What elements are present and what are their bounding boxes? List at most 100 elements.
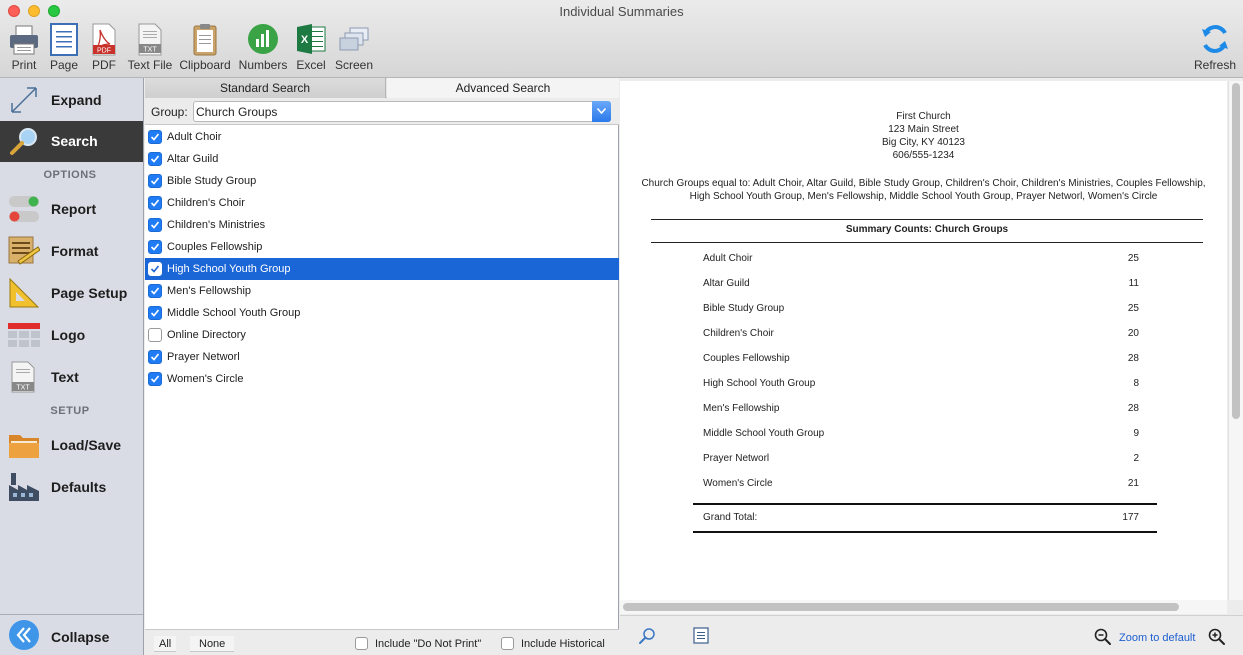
group-checkbox[interactable] — [148, 130, 162, 144]
summary-row-name: Prayer Networl — [703, 453, 770, 464]
list-item[interactable]: High School Youth Group — [145, 258, 619, 280]
summary-row-count: 28 — [1127, 353, 1139, 364]
clipboard-icon — [189, 22, 221, 56]
group-checkbox[interactable] — [148, 262, 162, 276]
print-button[interactable]: Print — [4, 22, 44, 76]
group-checkbox[interactable] — [148, 174, 162, 188]
vertical-scrollbar[interactable] — [1228, 81, 1243, 600]
search-icon[interactable] — [638, 627, 656, 648]
group-select[interactable]: Church Groups — [193, 101, 611, 122]
sidebar-item-expand[interactable]: Expand — [0, 80, 143, 120]
logo-grid-icon — [8, 319, 40, 351]
toggle-switches-icon — [8, 193, 40, 225]
list-item-label: Altar Guild — [167, 153, 219, 165]
group-checkbox[interactable] — [148, 218, 162, 232]
sidebar-item-load-save[interactable]: Load/Save — [0, 425, 143, 465]
txt-file-icon: TXT — [8, 361, 40, 393]
sidebar-item-page-setup[interactable]: Page Setup — [0, 273, 143, 313]
set-square-icon — [8, 277, 40, 309]
page-button[interactable]: Page — [46, 22, 82, 76]
sidebar-item-report[interactable]: Report — [0, 189, 143, 229]
horizontal-scroll-thumb[interactable] — [623, 603, 1179, 611]
sidebar-item-defaults[interactable]: Defaults — [0, 467, 143, 507]
expand-icon — [8, 84, 40, 116]
pdf-button[interactable]: PDF PDF — [86, 22, 122, 76]
group-checkbox[interactable] — [148, 350, 162, 364]
group-checkbox[interactable] — [148, 196, 162, 210]
list-item[interactable]: Couples Fellowship — [145, 236, 619, 258]
list-item[interactable]: Prayer Networl — [145, 346, 619, 368]
list-item[interactable]: Altar Guild — [145, 148, 619, 170]
numbers-button[interactable]: Numbers — [238, 22, 288, 76]
sidebar-item-logo[interactable]: Logo — [0, 315, 143, 355]
horizontal-scrollbar[interactable] — [620, 600, 1227, 614]
sidebar-item-format[interactable]: Format — [0, 231, 143, 271]
sidebar-item-search[interactable]: Search — [0, 121, 143, 162]
tab-advanced-search[interactable]: Advanced Search — [387, 78, 619, 98]
zoom-to-default-link[interactable]: Zoom to default — [1119, 632, 1195, 644]
zoom-out-icon[interactable] — [1094, 628, 1112, 649]
search-footer: All None Include "Do Not Print" Include … — [145, 629, 619, 655]
sidebar-item-text[interactable]: TXT Text — [0, 357, 143, 397]
summary-row-name: Couples Fellowship — [703, 353, 790, 364]
group-checkbox[interactable] — [148, 240, 162, 254]
list-item-label: Women's Circle — [167, 373, 244, 385]
list-item[interactable]: Bible Study Group — [145, 170, 619, 192]
list-item-label: Middle School Youth Group — [167, 307, 301, 319]
summary-row-name: Middle School Youth Group — [703, 428, 825, 439]
svg-text:PDF: PDF — [97, 48, 111, 55]
summary-row-count: 25 — [1127, 303, 1139, 314]
group-checkbox[interactable] — [148, 328, 162, 342]
summary-row-count: 9 — [1133, 428, 1139, 439]
summary-row-name: Men's Fellowship — [703, 403, 780, 414]
list-item[interactable]: Women's Circle — [145, 368, 619, 390]
list-item[interactable]: Middle School Youth Group — [145, 302, 619, 324]
pdf-icon: PDF — [88, 22, 120, 56]
summary-row-name: Women's Circle — [703, 478, 773, 489]
excel-button[interactable]: X Excel — [292, 22, 330, 76]
search-tabs: Standard Search Advanced Search — [145, 78, 619, 98]
group-checkbox[interactable] — [148, 306, 162, 320]
list-item[interactable]: Children's Choir — [145, 192, 619, 214]
list-item[interactable]: Men's Fellowship — [145, 280, 619, 302]
chevron-down-icon — [592, 101, 611, 122]
excel-icon: X — [295, 22, 327, 56]
refresh-button[interactable]: Refresh — [1192, 22, 1238, 76]
list-item[interactable]: Children's Ministries — [145, 214, 619, 236]
org-name: First Church — [896, 111, 951, 122]
group-checkbox[interactable] — [148, 372, 162, 386]
summary-row-count: 21 — [1127, 478, 1139, 489]
checkbox-box — [501, 637, 514, 650]
preview-footer: Zoom to default — [620, 615, 1243, 655]
report-page: First Church 123 Main Street Big City, K… — [620, 81, 1227, 600]
factory-icon — [8, 471, 40, 503]
org-phone: 606/555-1234 — [892, 150, 955, 161]
summary-title: Summary Counts: Church Groups — [845, 224, 1009, 235]
sidebar-collapse-button[interactable]: Collapse — [0, 614, 143, 655]
sidebar: Expand Search OPTIONS Report Format Page… — [0, 78, 144, 655]
window-title: Individual Summaries — [559, 4, 684, 19]
summary-row-count: 11 — [1128, 278, 1139, 289]
group-checkbox[interactable] — [148, 152, 162, 166]
group-checkbox[interactable] — [148, 284, 162, 298]
search-panel: Standard Search Advanced Search Group: C… — [145, 78, 619, 655]
refresh-icon — [1199, 22, 1231, 56]
list-item[interactable]: Adult Choir — [145, 126, 619, 148]
select-none-button[interactable]: None — [190, 636, 235, 652]
list-item-label: Couples Fellowship — [167, 241, 263, 253]
report-page-icon[interactable] — [693, 627, 709, 647]
screen-button[interactable]: Screen — [334, 22, 374, 76]
group-select-value: Church Groups — [196, 105, 278, 119]
select-all-button[interactable]: All — [154, 636, 177, 652]
tab-standard-search[interactable]: Standard Search — [145, 78, 386, 98]
group-row: Group: Church Groups — [145, 98, 619, 125]
summary-row-count: 25 — [1127, 253, 1139, 264]
page-icon — [48, 22, 80, 56]
zoom-in-icon[interactable] — [1208, 628, 1226, 649]
vertical-scroll-thumb[interactable] — [1232, 83, 1240, 419]
clipboard-button[interactable]: Clipboard — [178, 22, 232, 76]
text-file-button[interactable]: TXT Text File — [126, 22, 174, 76]
grand-total-bottom-rule — [693, 531, 1157, 533]
list-item[interactable]: Online Directory — [145, 324, 619, 346]
svg-text:X: X — [301, 34, 309, 46]
